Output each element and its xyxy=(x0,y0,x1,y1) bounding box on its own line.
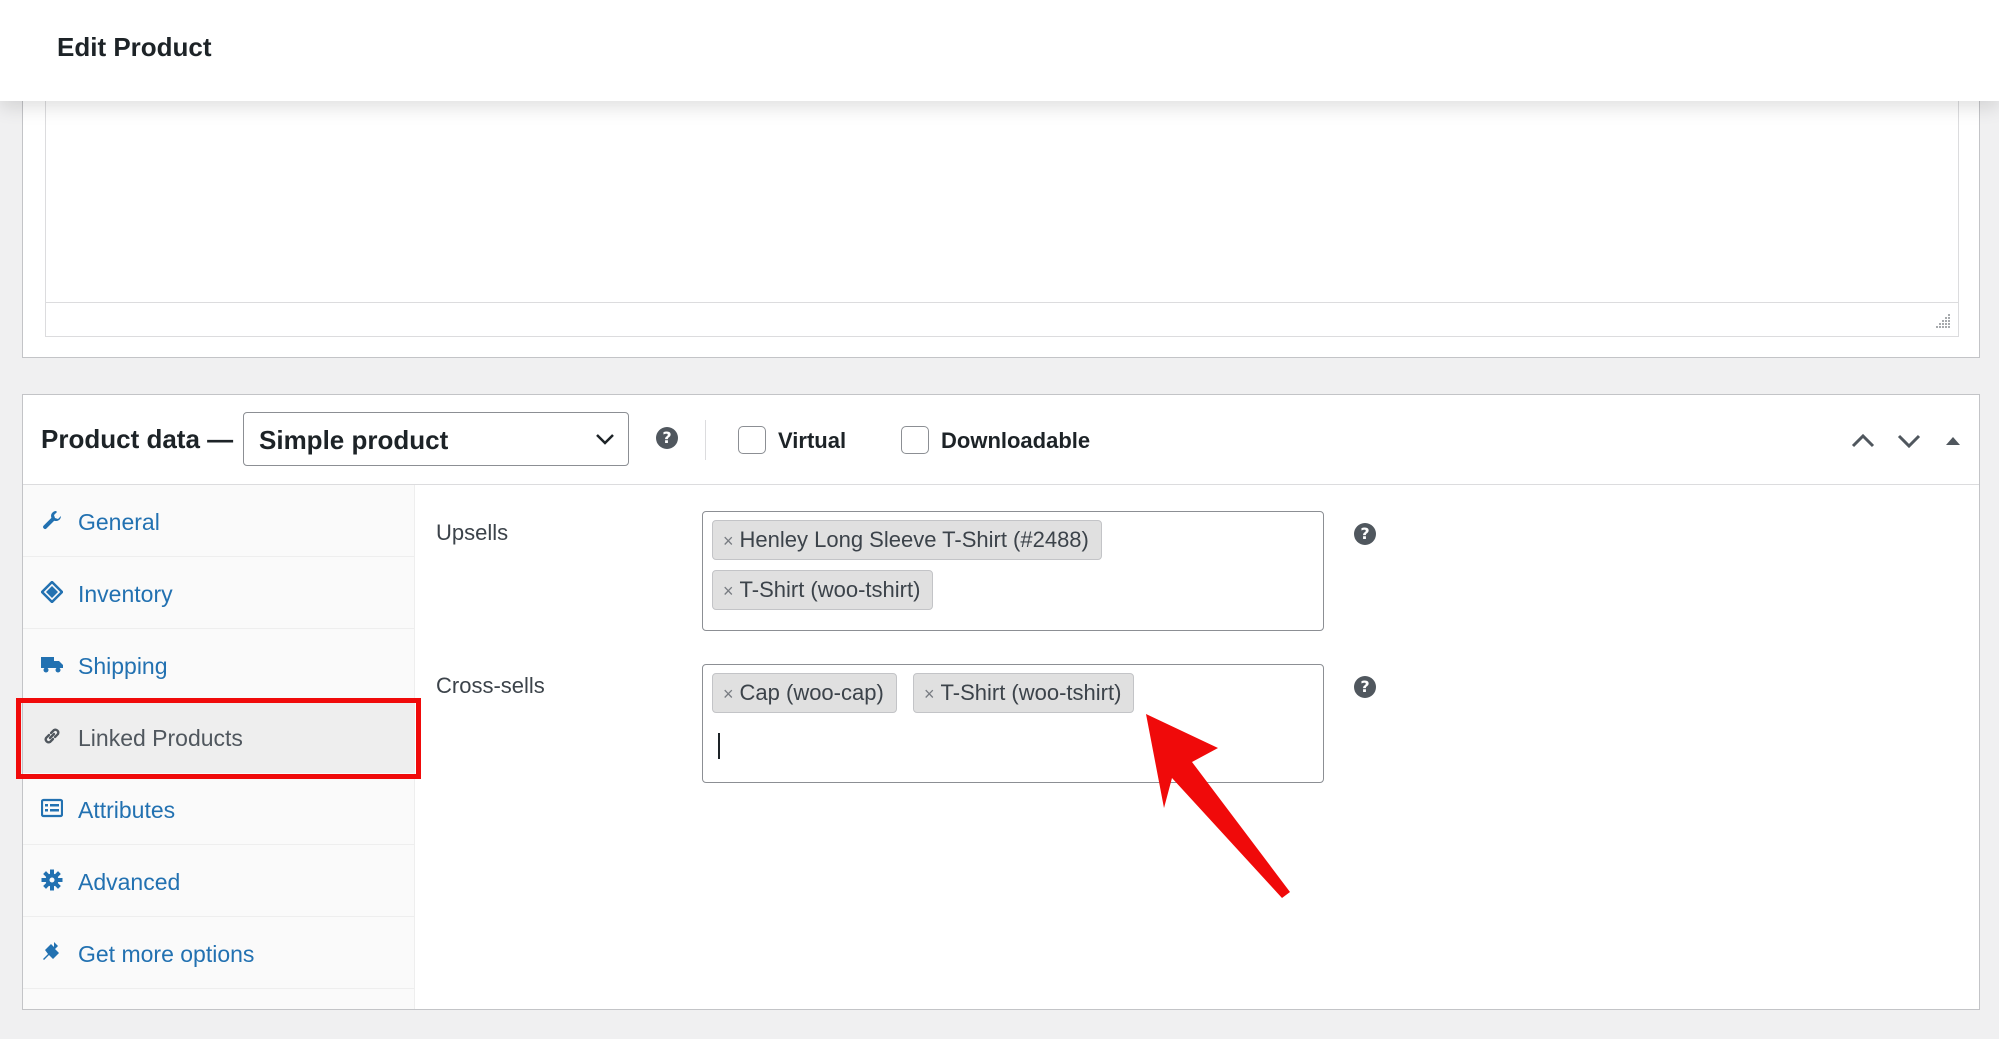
plugin-icon xyxy=(43,942,59,960)
page-title: Edit Product xyxy=(57,32,212,62)
tag-text: Cap (woo-cap) xyxy=(739,680,884,705)
upsell-tag[interactable]: × Henley Long Sleeve T-Shirt (#2488) xyxy=(712,520,1102,560)
product-data-label: Product data — xyxy=(41,424,234,454)
top-bar: Edit Product xyxy=(0,0,1999,101)
chevron-down-icon[interactable] xyxy=(1895,427,1923,455)
tab-attributes[interactable]: Attributes xyxy=(23,773,415,845)
tab-inventory[interactable]: Inventory xyxy=(23,557,415,629)
truck-icon xyxy=(41,657,63,673)
tab-shipping[interactable]: Shipping xyxy=(23,629,415,701)
description-editor[interactable] xyxy=(45,91,1959,337)
editor-status-bar xyxy=(46,302,1958,336)
description-editor-panel xyxy=(22,90,1980,358)
tag-text: T-Shirt (woo-tshirt) xyxy=(940,680,1122,705)
virtual-checkbox[interactable] xyxy=(738,426,766,454)
tab-label: Advanced xyxy=(78,869,181,895)
chevron-up-icon[interactable] xyxy=(1849,427,1877,455)
remove-tag-icon[interactable]: × xyxy=(723,684,734,704)
remove-tag-icon[interactable]: × xyxy=(723,531,734,551)
product-type-select[interactable]: Simple product xyxy=(243,412,629,466)
cross-sells-help-icon[interactable]: ? xyxy=(1354,676,1376,698)
page-scrollbar[interactable] xyxy=(1981,101,1999,1039)
upsells-help-icon[interactable]: ? xyxy=(1354,523,1376,545)
gear-icon xyxy=(41,869,63,891)
tab-get-more-options[interactable]: Get more options xyxy=(23,917,415,989)
cross-sell-tag[interactable]: × Cap (woo-cap) xyxy=(712,673,897,713)
annotation-arrow xyxy=(1146,714,1290,898)
tab-general[interactable]: General xyxy=(23,485,415,557)
upsells-field[interactable]: × Henley Long Sleeve T-Shirt (#2488) × T-S… xyxy=(702,511,1324,631)
product-type-help-icon[interactable]: ? xyxy=(656,427,678,449)
downloadable-label: Downloadable xyxy=(941,428,1091,453)
text-cursor xyxy=(718,733,720,759)
downloadable-checkbox[interactable] xyxy=(901,426,929,454)
resize-grip-icon[interactable] xyxy=(1936,314,1952,330)
chevron-down-icon xyxy=(596,434,614,445)
cross-sell-tag[interactable]: × T-Shirt (woo-tshirt) xyxy=(913,673,1135,713)
cross-sells-label: Cross-sells xyxy=(436,673,545,698)
tab-label: Shipping xyxy=(78,653,168,679)
wrench-icon xyxy=(43,511,62,529)
highlight-box xyxy=(16,698,421,779)
upsells-label: Upsells xyxy=(436,520,509,545)
tag-text: Henley Long Sleeve T-Shirt (#2488) xyxy=(739,527,1089,552)
upsell-tag[interactable]: × T-Shirt (woo-tshirt) xyxy=(712,570,934,610)
tab-label: Get more options xyxy=(78,941,255,967)
tab-label: Attributes xyxy=(78,797,176,823)
header-divider xyxy=(705,420,706,460)
tab-label: Inventory xyxy=(78,581,173,607)
collapse-toggle-icon[interactable] xyxy=(1939,427,1967,455)
product-type-value: Simple product xyxy=(259,425,449,455)
tab-label: General xyxy=(78,509,160,535)
tag-text: T-Shirt (woo-tshirt) xyxy=(739,577,921,602)
remove-tag-icon[interactable]: × xyxy=(723,581,734,601)
list-icon xyxy=(41,798,63,818)
tab-advanced[interactable]: Advanced xyxy=(23,845,415,917)
remove-tag-icon[interactable]: × xyxy=(924,684,935,704)
tag-icon xyxy=(41,581,63,603)
product-data-header: Product data — Simple product ? Virtual … xyxy=(23,395,1979,485)
virtual-label: Virtual xyxy=(778,428,847,453)
